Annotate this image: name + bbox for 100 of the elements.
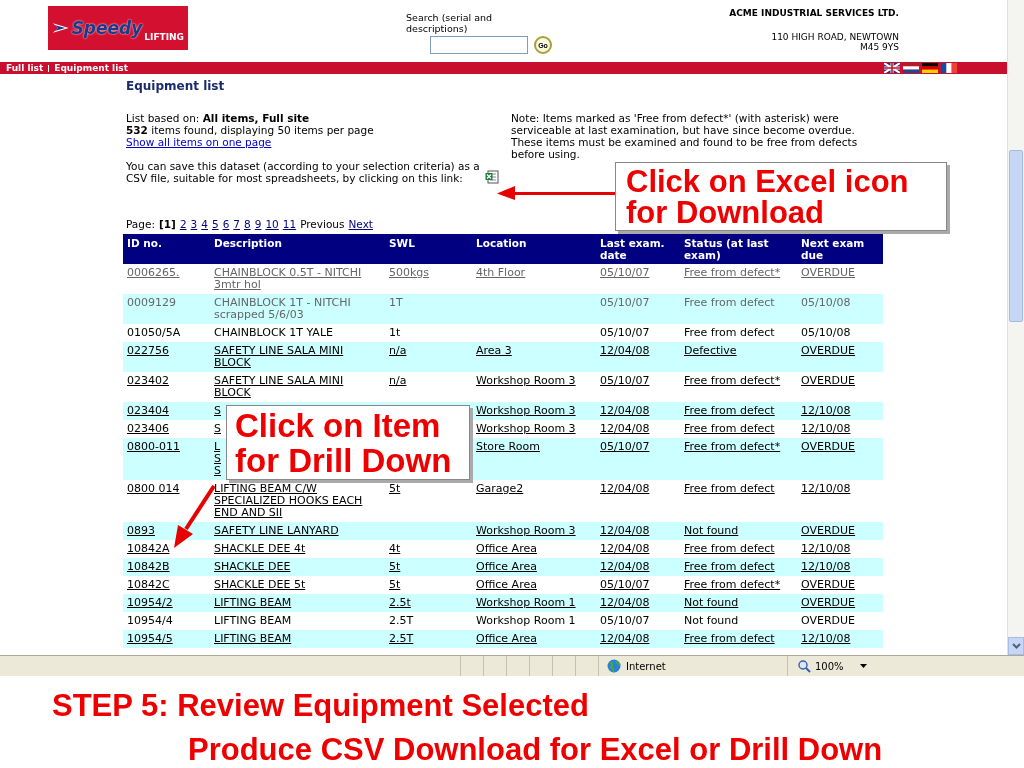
page-link[interactable]: 4 [201, 218, 208, 230]
table-cell[interactable]: Area 3 [476, 345, 512, 357]
page-link[interactable]: 7 [233, 218, 240, 230]
french-flag-icon[interactable] [941, 63, 957, 73]
dutch-flag-icon[interactable] [903, 63, 919, 73]
table-cell[interactable]: 4t [389, 543, 401, 555]
table-cell-text: 05/10/08 [801, 327, 852, 339]
table-cell[interactable]: 12/10/08 [801, 543, 851, 555]
page-link[interactable]: 2 [179, 218, 187, 230]
page-link[interactable]: 10 [265, 218, 279, 230]
search-field[interactable] [430, 36, 528, 54]
table-cell[interactable]: 05/10/07 [600, 267, 650, 279]
table-cell[interactable]: 12/04/08 [600, 543, 650, 555]
table-cell[interactable]: 10842C [127, 579, 170, 591]
globe-icon [607, 659, 621, 673]
table-cell[interactable]: 5t [389, 561, 401, 573]
table-cell-text: 1T [389, 297, 404, 309]
table-cell[interactable]: Free from defect* [684, 267, 781, 279]
table-cell[interactable]: L S S [214, 441, 221, 477]
table-cell[interactable]: 0800-011 [127, 441, 180, 453]
table-cell[interactable]: Free from defect [684, 483, 775, 495]
table-cell[interactable]: SAFETY LINE SALA MINI BLOCK [214, 375, 381, 399]
table-cell[interactable]: 2.5t [389, 597, 411, 609]
table-cell-text: 05/10/07 [600, 297, 651, 309]
zone-label: Internet [626, 660, 666, 672]
table-cell[interactable]: 023406 [127, 423, 169, 435]
page-link[interactable]: 8 [244, 218, 251, 230]
page-link[interactable]: 6 [222, 218, 230, 230]
next-link[interactable]: Next [348, 218, 373, 230]
table-cell[interactable]: 10842A [127, 543, 170, 555]
table-cell[interactable]: 2.5T [389, 633, 414, 645]
search-label: Search (serial and descriptions) [406, 12, 494, 34]
table-cell[interactable]: 023402 [127, 375, 169, 387]
address-line: M45 9YS [860, 42, 899, 52]
table-cell[interactable]: 12/04/08 [600, 483, 650, 495]
table-cell[interactable]: OVERDUE [801, 579, 856, 591]
table-cell[interactable]: S [214, 405, 221, 417]
page-label: Page: [126, 218, 155, 230]
column-header: Description [210, 234, 385, 264]
scrollbar[interactable] [1007, 0, 1024, 656]
table-cell[interactable]: 0800 014 [127, 483, 180, 495]
table-cell[interactable]: Workshop Room 3 [476, 423, 576, 435]
breadcrumb-link[interactable]: Full list [6, 63, 44, 73]
page-link[interactable]: 9 [254, 218, 262, 230]
uk-flag-icon[interactable] [884, 63, 900, 73]
table-cell[interactable]: CHAINBLOCK 0.5T - NITCHI 3mtr hol [214, 267, 381, 291]
table-cell[interactable]: OVERDUE [801, 441, 856, 453]
table-cell[interactable]: Workshop Room 3 [476, 375, 576, 387]
table-cell[interactable]: 5t [389, 579, 401, 591]
table-cell[interactable]: 12/10/08 [801, 483, 851, 495]
page-link[interactable]: 3 [190, 218, 198, 230]
table-cell-text: 01050/5A [127, 327, 182, 339]
table-cell-text: Free from defect [684, 297, 776, 309]
table-cell[interactable]: Store Room [476, 441, 540, 453]
breadcrumb-link[interactable]: Equipment list [54, 63, 128, 73]
table-cell[interactable]: 12/04/08 [600, 423, 650, 435]
table-cell[interactable]: OVERDUE [801, 267, 856, 279]
table-cell[interactable]: Office Area [476, 579, 537, 591]
table-cell[interactable]: Free from defect [684, 423, 775, 435]
page-link[interactable]: 5 [211, 218, 219, 230]
scrollbar-thumb[interactable] [1009, 150, 1023, 322]
table-cell[interactable]: 022756 [127, 345, 169, 357]
column-header: Next exam due [797, 234, 883, 264]
table-cell[interactable]: 05/10/07 [600, 579, 650, 591]
table-cell[interactable]: 500kgs [389, 267, 430, 279]
table-cell[interactable]: 0006265. [127, 267, 180, 279]
spreadsheet-icon[interactable] [485, 170, 499, 184]
table-cell[interactable]: n/a [389, 345, 407, 357]
table-cell[interactable]: n/a [389, 375, 407, 387]
callout-text: Click on Item for Drill Down [235, 407, 452, 479]
previous-label: Previous [300, 218, 345, 230]
table-cell[interactable]: SHACKLE DEE 4t [214, 543, 306, 555]
show-all-link[interactable]: Show all items on one page [126, 136, 499, 148]
table-cell[interactable]: OVERDUE [801, 375, 856, 387]
table-cell[interactable]: S [214, 423, 221, 435]
table-cell-text: CHAINBLOCK 1T - NITCHI scrapped 5/6/03 [214, 297, 352, 321]
table-cell[interactable]: 05/10/07 [600, 375, 650, 387]
table-cell[interactable]: SHACKLE DEE 5t [214, 579, 306, 591]
german-flag-icon[interactable] [922, 63, 938, 73]
table-cell[interactable]: 05/10/07 [600, 441, 650, 453]
column-header: Status (at last exam) [680, 234, 797, 264]
table-cell[interactable]: 5t [389, 483, 401, 495]
table-cell-text: 05/10/08 [801, 297, 852, 309]
page-link[interactable]: 11 [282, 218, 297, 230]
zoom-level[interactable]: 100% [815, 660, 844, 672]
table-cell[interactable]: Defective [684, 345, 737, 357]
column-header: Last exam. date [596, 234, 680, 264]
table-cell[interactable]: Free from defect* [684, 579, 781, 591]
table-cell[interactable]: LIFTING BEAM C/W SPECIALIZED HOOKS EACH END AND SII [214, 483, 381, 519]
logo-name: Speedy [71, 18, 143, 38]
zoom-icon[interactable] [798, 659, 811, 673]
table-cell[interactable]: 4th Floor [476, 267, 526, 279]
table-cell[interactable]: Office Area [476, 543, 537, 555]
table-cell[interactable]: 12/10/08 [801, 423, 851, 435]
page-link[interactable]: [1] [158, 218, 176, 230]
table-cell[interactable]: Free from defect* [684, 375, 781, 387]
table-cell[interactable]: Free from defect [684, 543, 775, 555]
table-cell[interactable]: Garage2 [476, 483, 524, 495]
column-header: SWL [385, 234, 472, 264]
caret-icon[interactable] [859, 664, 867, 668]
